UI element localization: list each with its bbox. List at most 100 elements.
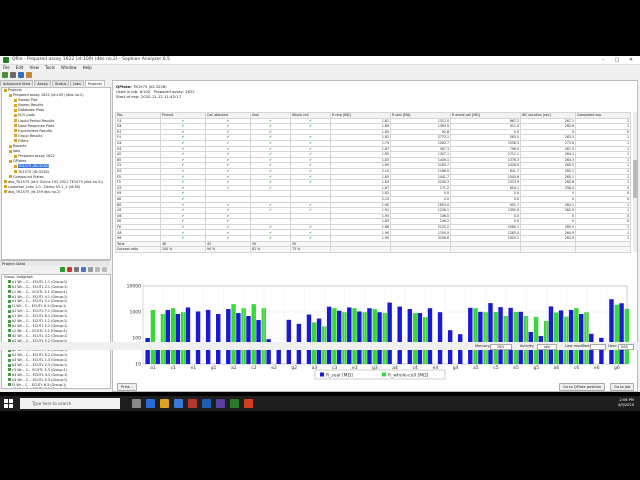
bar-r-seal[interactable] [498, 307, 503, 364]
bar-r-seal[interactable] [347, 307, 352, 364]
bar-r-whole-cell[interactable] [503, 316, 509, 364]
go-to-job-button[interactable]: Go to Job [610, 383, 635, 391]
bar-r-seal[interactable] [377, 312, 382, 364]
bar-r-seal[interactable] [337, 310, 342, 364]
bar-r-seal[interactable] [185, 307, 191, 364]
sort-icon[interactable] [88, 267, 93, 272]
table-row[interactable]: Success ratio 100 % 94 % 81 % 73 % [115, 246, 631, 253]
settings-icon[interactable] [81, 267, 86, 272]
bar-r-seal[interactable] [387, 302, 392, 364]
tab-item[interactable]: Projects [84, 80, 106, 86]
bar-r-whole-cell[interactable] [261, 308, 267, 364]
word-icon[interactable] [202, 399, 211, 408]
bar-r-seal[interactable] [427, 308, 433, 364]
bar-r-whole-cell[interactable] [160, 313, 166, 364]
bar-r-seal[interactable] [397, 306, 402, 364]
store-icon[interactable] [174, 399, 183, 408]
bar-r-seal[interactable] [488, 303, 493, 364]
bar-r-whole-cell[interactable] [483, 312, 488, 364]
go-to-qplate-button[interactable]: Go to QPlate position [559, 383, 606, 391]
tab-item[interactable]: Status [51, 80, 70, 86]
bar-r-seal[interactable] [538, 336, 544, 364]
bar-r-whole-cell[interactable] [382, 313, 388, 364]
bar-r-whole-cell[interactable] [180, 312, 186, 364]
bar-r-whole-cell[interactable] [372, 309, 377, 364]
tab-item[interactable]: Jobs [70, 80, 84, 86]
bar-r-seal[interactable] [175, 313, 181, 364]
bar-r-seal[interactable] [548, 306, 554, 364]
folder-icon[interactable] [26, 72, 32, 78]
taskbar-search[interactable]: Type here to search [20, 398, 120, 409]
bar-r-whole-cell[interactable] [251, 304, 256, 364]
refresh-icon[interactable] [18, 72, 24, 78]
bar-r-whole-cell[interactable] [553, 312, 559, 364]
bar-r-seal[interactable] [165, 309, 171, 364]
bar-r-whole-cell[interactable] [150, 309, 156, 364]
bar-r-seal[interactable] [518, 311, 523, 364]
tab-item[interactable]: Advanced View [0, 80, 34, 86]
bar-r-seal[interactable] [609, 299, 614, 364]
print-button[interactable]: Print... [117, 383, 137, 391]
minimize-button[interactable]: – [596, 56, 610, 64]
bar-r-whole-cell[interactable] [513, 312, 519, 364]
bar-r-whole-cell[interactable] [332, 308, 337, 364]
bar-r-whole-cell[interactable] [523, 316, 529, 364]
collapse-icon[interactable] [95, 267, 100, 272]
list-item[interactable]: g3 Wr... C... ECUTL 7.3 (Group:1) [2, 387, 110, 388]
tree-item[interactable]: dbs_TK1575 (Id:159 dbs no.2) [2, 190, 110, 195]
bar-r-seal[interactable] [558, 310, 564, 364]
play-icon[interactable] [2, 72, 8, 78]
bar-r-seal[interactable] [478, 311, 483, 364]
bar-r-seal[interactable] [226, 309, 231, 364]
bar-r-seal[interactable] [579, 313, 584, 364]
bar-r-whole-cell[interactable] [170, 308, 176, 364]
bar-r-seal[interactable] [236, 313, 241, 364]
powerpoint-icon[interactable] [188, 399, 197, 408]
bar-r-seal[interactable] [407, 309, 413, 364]
bar-r-whole-cell[interactable] [533, 316, 539, 364]
add-icon[interactable] [60, 267, 65, 272]
teams-icon[interactable] [216, 399, 225, 408]
expand-icon[interactable] [102, 267, 107, 272]
bar-r-seal[interactable] [437, 312, 443, 364]
bar-r-seal[interactable] [508, 307, 513, 364]
bar-r-seal[interactable] [568, 309, 574, 364]
bar-r-whole-cell[interactable] [412, 313, 418, 364]
bar-r-seal[interactable] [417, 313, 423, 364]
bar-r-seal[interactable] [306, 314, 312, 364]
bar-r-whole-cell[interactable] [614, 304, 619, 364]
stop-icon[interactable] [10, 72, 16, 78]
task-view-icon[interactable] [132, 399, 141, 408]
bar-r-whole-cell[interactable] [564, 316, 569, 364]
bar-r-seal[interactable] [468, 307, 473, 364]
bar-r-whole-cell[interactable] [493, 312, 498, 364]
edge-icon[interactable] [146, 399, 155, 408]
table-scrollbar[interactable] [633, 112, 637, 252]
bar-r-whole-cell[interactable] [584, 312, 589, 364]
bar-r-seal[interactable] [326, 306, 332, 364]
bar-r-seal[interactable] [619, 303, 624, 364]
bar-r-seal[interactable] [246, 316, 251, 364]
filter-icon[interactable] [74, 267, 79, 272]
bar-r-whole-cell[interactable] [473, 308, 478, 364]
bar-r-whole-cell[interactable] [352, 308, 357, 364]
close-button[interactable]: ✕ [624, 56, 638, 64]
file-explorer-icon[interactable] [160, 399, 169, 408]
bar-r-seal[interactable] [205, 309, 211, 364]
delete-icon[interactable] [67, 267, 72, 272]
bar-r-seal[interactable] [357, 311, 362, 364]
analyzer-taskbar-icon[interactable] [230, 399, 239, 408]
bar-r-whole-cell[interactable] [362, 312, 367, 364]
bar-r-seal[interactable] [216, 313, 221, 364]
bar-r-seal[interactable] [367, 308, 372, 364]
system-clock[interactable]: 2:06 PM 4/9/2020 [618, 398, 634, 408]
media-icon[interactable] [244, 399, 253, 408]
bar-r-seal[interactable] [195, 311, 201, 364]
bar-r-whole-cell[interactable] [231, 304, 236, 364]
table-scroll-thumb[interactable] [633, 160, 637, 198]
tab-item[interactable]: Assay [34, 80, 51, 86]
maximize-button[interactable]: □ [610, 56, 624, 64]
bar-r-whole-cell[interactable] [624, 308, 630, 364]
windows-start-icon[interactable] [4, 399, 13, 408]
bar-r-whole-cell[interactable] [342, 312, 347, 364]
